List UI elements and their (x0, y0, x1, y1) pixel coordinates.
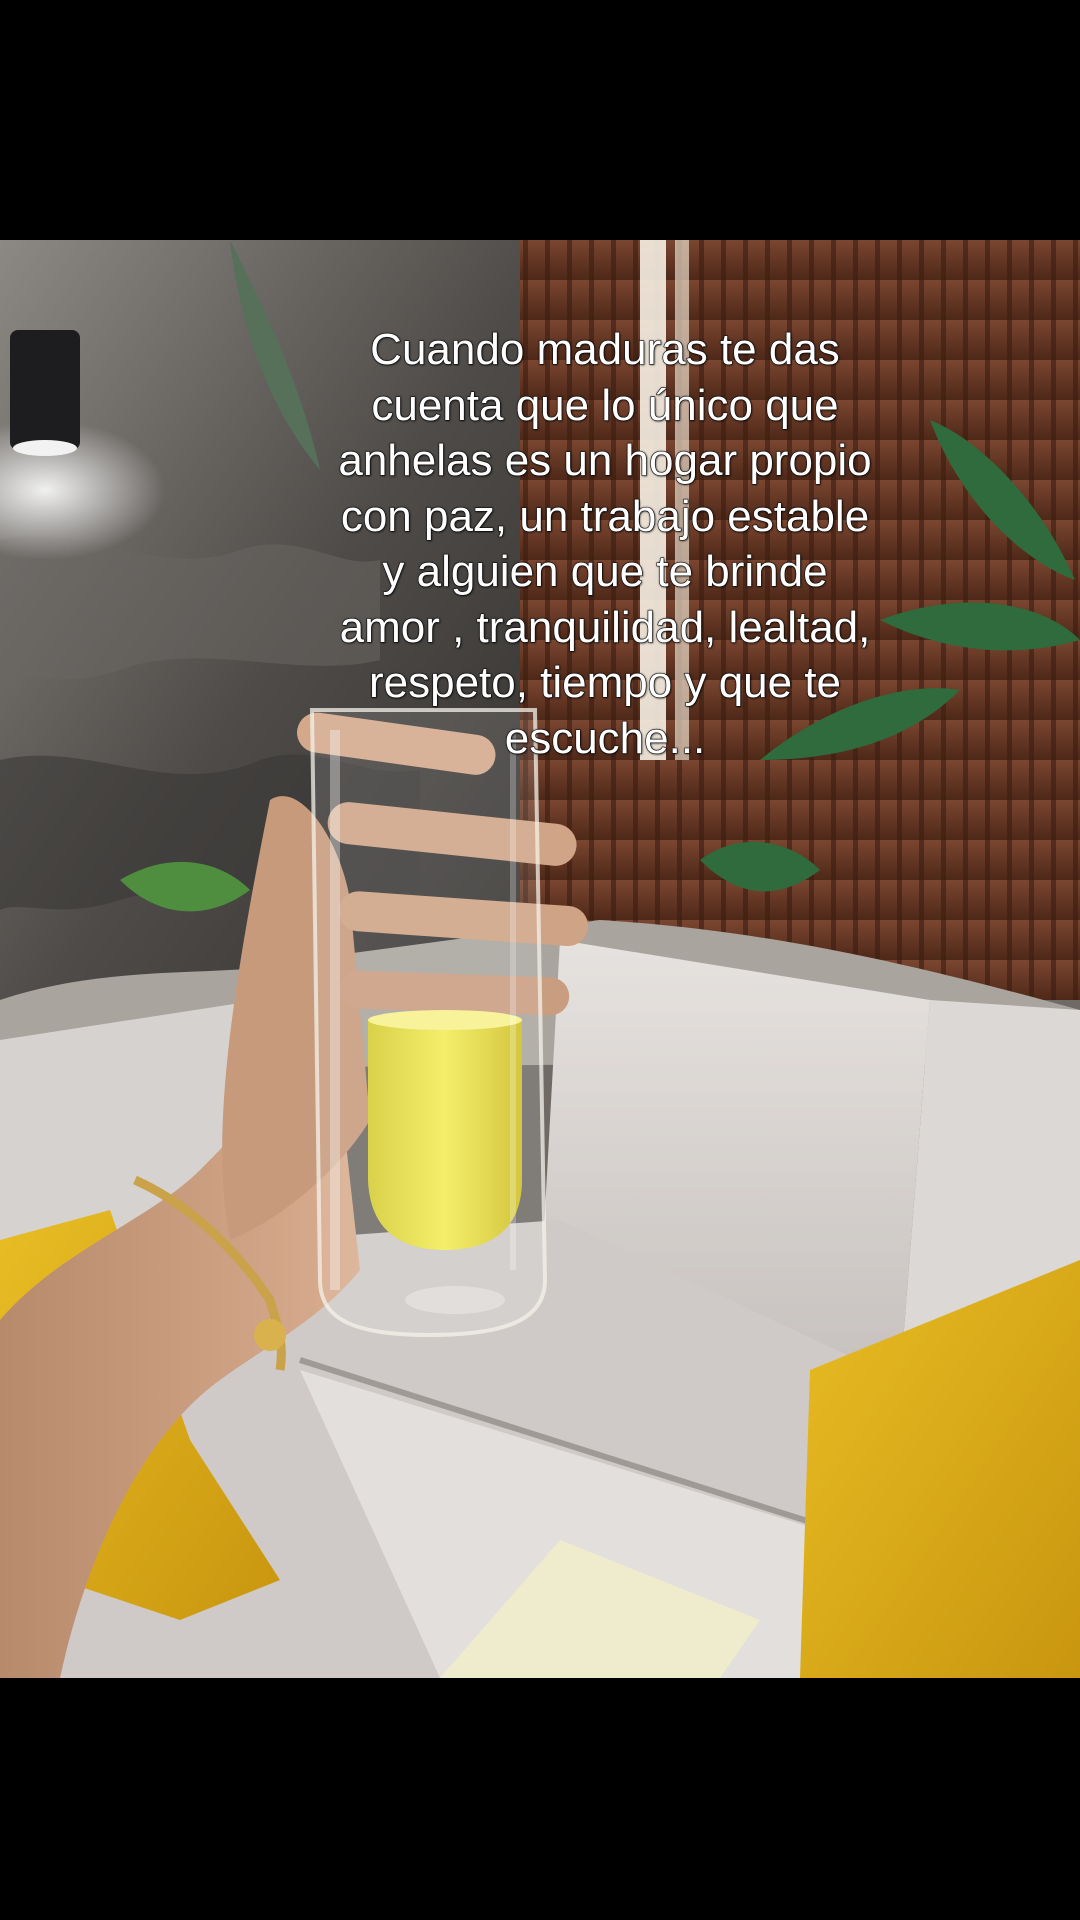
caption-line: Cuando maduras te das (370, 324, 841, 374)
caption-line: con paz, un trabajo estable (340, 491, 870, 541)
caption-line: amor , tranquilidad, lealtad, (339, 602, 871, 652)
drink (368, 1020, 522, 1250)
caption-line: cuenta que lo único que (371, 380, 839, 430)
caption-line: anhelas es un hogar propio (338, 435, 872, 485)
caption-line: y alguien que te brinde (382, 546, 828, 596)
letterbox-bottom (0, 1678, 1080, 1920)
glass (309, 708, 548, 1338)
letterbox-top (0, 0, 1080, 240)
caption-line: escuche... (504, 713, 706, 763)
caption: Cuando maduras te das cuenta que lo únic… (300, 322, 910, 766)
wall-lamp (10, 330, 80, 450)
caption-line: respeto, tiempo y que te (368, 657, 842, 707)
